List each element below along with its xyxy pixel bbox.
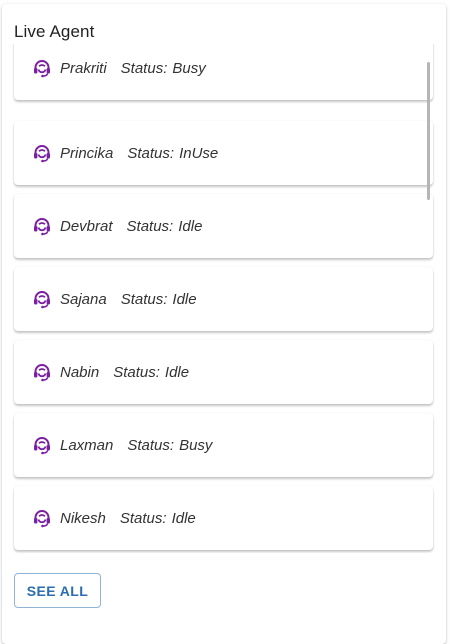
agent-list-viewport[interactable]: Prakriti Status: Busy Princika Status: I… <box>2 44 446 553</box>
status-value: Idle <box>172 290 197 308</box>
see-all-button[interactable]: SEE ALL <box>14 573 101 608</box>
agent-row: Nikesh Status: Idle <box>32 508 196 528</box>
agent-card-sajana[interactable]: Sajana Status: Idle <box>14 267 433 331</box>
headset-agent-icon <box>32 508 52 528</box>
agent-row: Nabin Status: Idle <box>32 362 189 382</box>
status-label: Status: <box>127 436 175 454</box>
headset-agent-icon <box>32 58 52 78</box>
agent-card-princika[interactable]: Princika Status: InUse <box>14 121 433 185</box>
agent-name: Devbrat <box>60 217 113 235</box>
status-value: Busy <box>179 436 213 454</box>
agent-row: Princika Status: InUse <box>32 143 218 163</box>
status-label: Status: <box>127 144 175 162</box>
agent-name: Princika <box>60 144 114 162</box>
status-value: Idle <box>171 509 196 527</box>
headset-agent-icon <box>32 143 52 163</box>
agent-row: Prakriti Status: Busy <box>32 58 206 78</box>
live-agent-panel: Live Agent Prakriti Status: Busy Princik… <box>2 4 446 644</box>
agent-row: Sajana Status: Idle <box>32 289 197 309</box>
panel-title: Live Agent <box>14 22 95 41</box>
headset-agent-icon <box>32 216 52 236</box>
headset-agent-icon <box>32 289 52 309</box>
headset-agent-icon <box>32 362 52 382</box>
agent-name: Laxman <box>60 436 114 454</box>
agent-row: Laxman Status: Busy <box>32 435 212 455</box>
agent-name: Nikesh <box>60 509 106 527</box>
status-label: Status: <box>113 363 160 381</box>
agent-name: Sajana <box>60 290 107 308</box>
agent-name: Nabin <box>60 363 100 381</box>
status-label: Status: <box>120 290 168 308</box>
status-label: Status: <box>120 59 168 77</box>
agent-card-nabin[interactable]: Nabin Status: Idle <box>14 340 433 404</box>
status-value: Idle <box>178 217 203 235</box>
agent-card-nikesh[interactable]: Nikesh Status: Idle <box>14 486 433 550</box>
agent-name: Prakriti <box>60 59 107 77</box>
agent-card-laxman[interactable]: Laxman Status: Busy <box>14 413 433 477</box>
status-label: Status: <box>126 217 174 235</box>
status-value: InUse <box>179 144 219 162</box>
status-label: Status: <box>119 509 167 527</box>
status-value: Idle <box>164 363 190 381</box>
agent-row: Devbrat Status: Idle <box>32 216 202 236</box>
headset-agent-icon <box>32 435 52 455</box>
list-scrollbar[interactable] <box>427 62 430 200</box>
status-value: Busy <box>172 59 206 77</box>
agent-card-devbrat[interactable]: Devbrat Status: Idle <box>14 194 433 258</box>
agent-card-prakriti[interactable]: Prakriti Status: Busy <box>14 44 433 100</box>
